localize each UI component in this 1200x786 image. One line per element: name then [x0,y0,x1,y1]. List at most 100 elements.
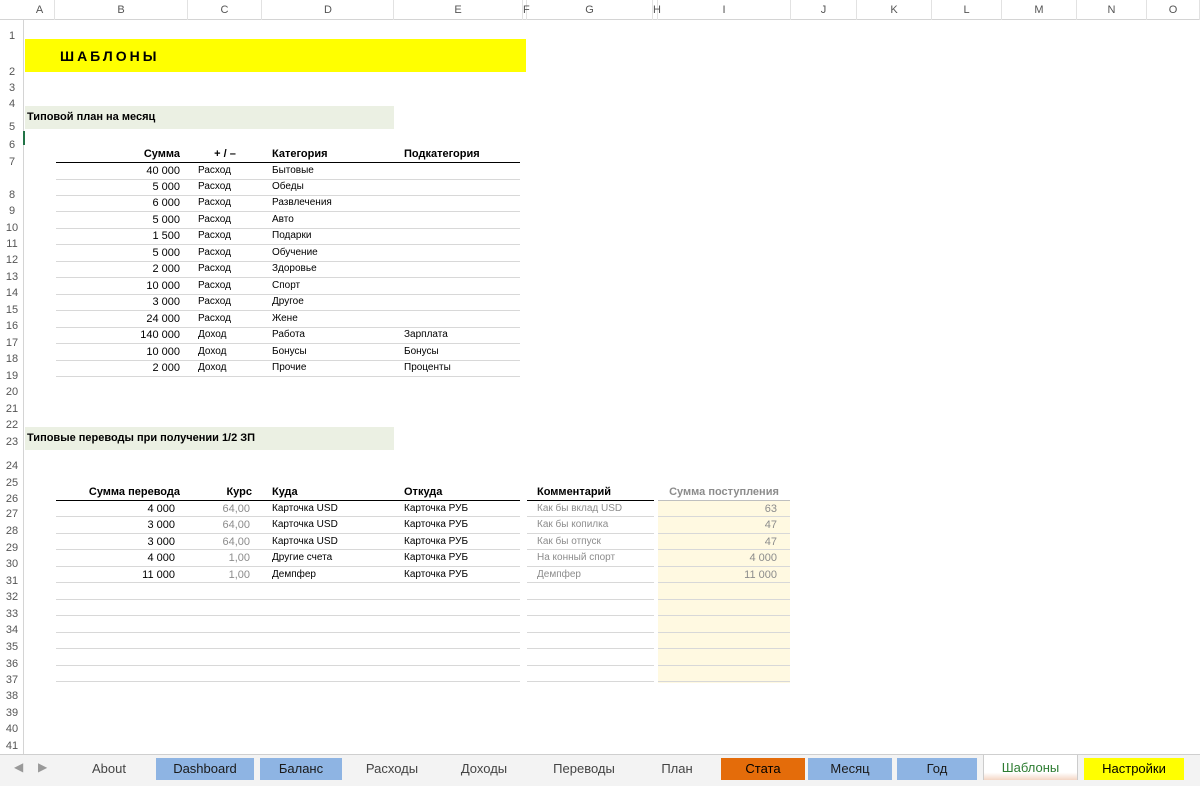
row-header-17[interactable]: 17 [0,337,24,349]
row-header-15[interactable]: 15 [0,304,24,316]
column-header-i[interactable]: I [658,0,791,20]
plan-category-cell[interactable]: Здоровье [272,263,392,274]
column-header-n[interactable]: N [1077,0,1147,20]
transfer-rate-cell[interactable]: 64,00 [190,503,250,515]
transfer-comment-cell[interactable]: Как бы отпуск [537,536,655,547]
row-header-31[interactable]: 31 [0,575,24,587]
plan-sum-cell[interactable]: 140 000 [56,329,180,341]
transfer-comment-cell[interactable]: На конный спорт [537,552,655,563]
tab-dashboard[interactable]: Dashboard [156,758,254,780]
transfer-amount-cell[interactable]: 3 000 [56,536,175,548]
plan-sign-cell[interactable]: Расход [198,263,258,274]
row-header-18[interactable]: 18 [0,353,24,365]
transfer-from-cell[interactable]: Карточка РУБ [404,552,520,563]
tab-расходы[interactable]: Расходы [344,758,440,780]
row-header-19[interactable]: 19 [0,370,24,382]
transfer-to-cell[interactable]: Карточка USD [272,503,392,514]
row-header-34[interactable]: 34 [0,624,24,636]
column-header-e[interactable]: E [394,0,523,20]
column-header-d[interactable]: D [263,0,394,20]
plan-category-cell[interactable]: Прочие [272,362,392,373]
transfer-received-cell[interactable]: 47 [660,519,777,531]
plan-sign-cell[interactable]: Расход [198,247,258,258]
row-header-8[interactable]: 8 [0,189,24,201]
row-header-21[interactable]: 21 [0,403,24,415]
row-header-22[interactable]: 22 [0,419,24,431]
plan-subcategory-cell[interactable]: Проценты [404,362,520,373]
row-header-33[interactable]: 33 [0,608,24,620]
row-header-6[interactable]: 6 [0,139,24,151]
row-header-36[interactable]: 36 [0,658,24,670]
plan-category-cell[interactable]: Развлечения [272,197,392,208]
column-header-a[interactable]: A [25,0,55,20]
column-header-m[interactable]: M [1002,0,1077,20]
plan-category-cell[interactable]: Бонусы [272,346,392,357]
row-header-20[interactable]: 20 [0,386,24,398]
column-header-k[interactable]: K [857,0,932,20]
row-header-14[interactable]: 14 [0,287,24,299]
row-header-30[interactable]: 30 [0,558,24,570]
tab-стата[interactable]: Стата [721,758,805,780]
row-header-13[interactable]: 13 [0,271,24,283]
transfer-amount-cell[interactable]: 3 000 [56,519,175,531]
plan-sign-cell[interactable]: Расход [198,296,258,307]
transfer-comment-cell[interactable]: Демпфер [537,569,655,580]
tab-год[interactable]: Год [897,758,977,780]
plan-sum-cell[interactable]: 5 000 [56,214,180,226]
tab-переводы[interactable]: Переводы [530,758,638,780]
row-header-1[interactable]: 1 [0,30,24,42]
tab-план[interactable]: План [640,758,714,780]
plan-sign-cell[interactable]: Доход [198,329,258,340]
transfer-amount-cell[interactable]: 4 000 [56,552,175,564]
row-header-16[interactable]: 16 [0,320,24,332]
row-header-35[interactable]: 35 [0,641,24,653]
plan-category-cell[interactable]: Авто [272,214,392,225]
tab-about[interactable]: About [66,758,152,780]
plan-subcategory-cell[interactable]: Бонусы [404,346,520,357]
plan-sum-cell[interactable]: 6 000 [56,197,180,209]
transfer-from-cell[interactable]: Карточка РУБ [404,569,520,580]
section-transfers-heading[interactable]: Типовые переводы при получении 1/2 ЗП [25,427,394,450]
column-header-o[interactable]: O [1147,0,1200,20]
transfer-comment-cell[interactable]: Как бы вклад USD [537,503,655,514]
plan-sign-cell[interactable]: Расход [198,280,258,291]
transfer-rate-cell[interactable]: 1,00 [190,552,250,564]
transfer-rate-cell[interactable]: 64,00 [190,519,250,531]
row-header-2[interactable]: 2 [0,66,24,78]
plan-sign-cell[interactable]: Расход [198,230,258,241]
plan-subcategory-cell[interactable]: Зарплата [404,329,520,340]
transfer-to-cell[interactable]: Другие счета [272,552,392,563]
plan-category-cell[interactable]: Спорт [272,280,392,291]
row-header-9[interactable]: 9 [0,205,24,217]
transfer-received-cell[interactable]: 47 [660,536,777,548]
column-header-g[interactable]: G [527,0,653,20]
tab-доходы[interactable]: Доходы [442,758,526,780]
row-header-32[interactable]: 32 [0,591,24,603]
row-header-10[interactable]: 10 [0,222,24,234]
row-header-27[interactable]: 27 [0,508,24,520]
plan-sum-cell[interactable]: 24 000 [56,313,180,325]
plan-category-cell[interactable]: Обучение [272,247,392,258]
row-header-11[interactable]: 11 [0,238,24,250]
plan-sign-cell[interactable]: Расход [198,181,258,192]
plan-sum-cell[interactable]: 1 500 [56,230,180,242]
column-header-b[interactable]: B [55,0,188,20]
transfer-received-cell[interactable]: 11 000 [660,569,777,581]
column-header-c[interactable]: C [188,0,262,20]
plan-category-cell[interactable]: Другое [272,296,392,307]
section-plan-heading[interactable]: Типовой план на месяц [25,106,394,129]
plan-sum-cell[interactable]: 3 000 [56,296,180,308]
tab-шаблоны[interactable]: Шаблоны [983,755,1078,780]
tab-scroll-right-icon[interactable]: ▶ [38,760,47,774]
plan-sum-cell[interactable]: 2 000 [56,362,180,374]
row-header-3[interactable]: 3 [0,82,24,94]
transfer-rate-cell[interactable]: 1,00 [190,569,250,581]
transfer-rate-cell[interactable]: 64,00 [190,536,250,548]
transfer-amount-cell[interactable]: 4 000 [56,503,175,515]
row-header-12[interactable]: 12 [0,254,24,266]
transfer-from-cell[interactable]: Карточка РУБ [404,519,520,530]
plan-sign-cell[interactable]: Доход [198,362,258,373]
tab-scroll-left-icon[interactable]: ◀ [14,760,23,774]
plan-category-cell[interactable]: Подарки [272,230,392,241]
row-header-24[interactable]: 24 [0,460,24,472]
